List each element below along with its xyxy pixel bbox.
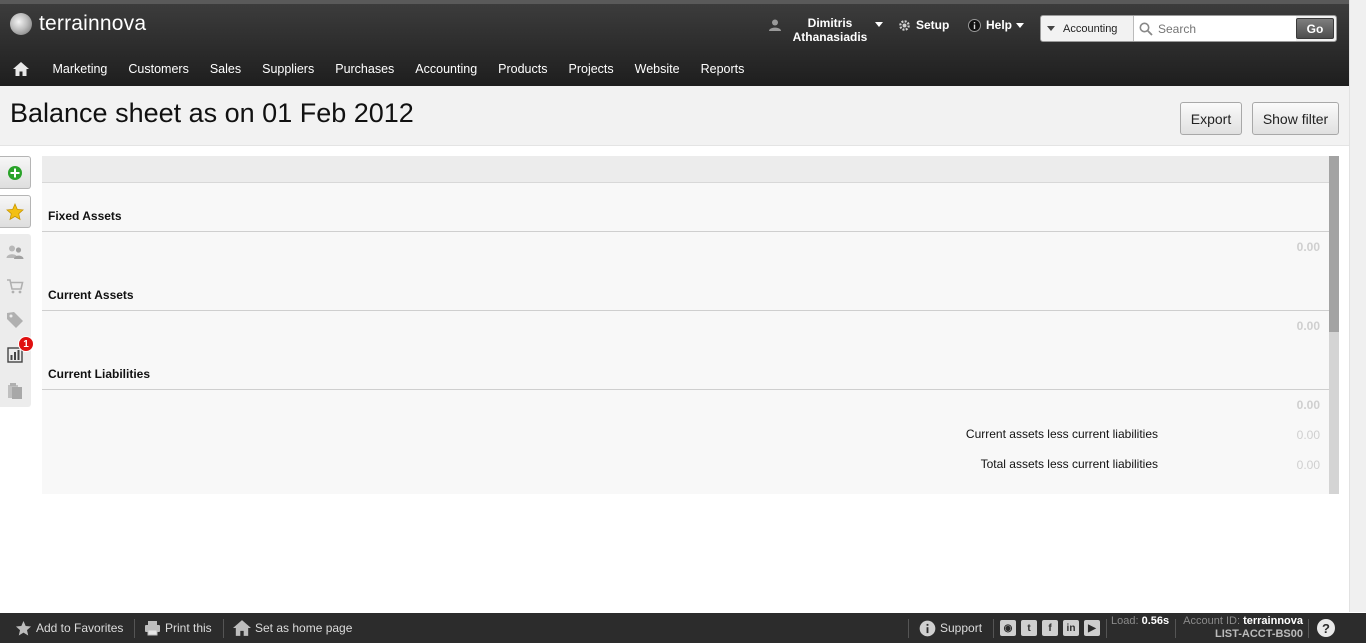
load-time: Load: 0.56s xyxy=(1111,615,1170,627)
footer-bar: Add to Favorites Print this Set as home … xyxy=(0,613,1366,643)
home-icon xyxy=(13,62,29,76)
quick-add-button[interactable] xyxy=(0,156,31,189)
current-liabilities-total: 0.00 xyxy=(1296,398,1320,412)
printer-icon xyxy=(145,621,160,636)
nav-item-accounting[interactable]: Accounting xyxy=(405,62,488,76)
home-nav-button[interactable] xyxy=(0,62,42,76)
star-icon xyxy=(15,620,32,635)
nav-item-purchases[interactable]: Purchases xyxy=(325,62,405,76)
help-menu[interactable]: Help xyxy=(968,18,1025,32)
user-menu[interactable]: Dimitris Athanasiadis xyxy=(768,16,883,44)
app-name: terrainnova xyxy=(39,12,147,35)
twitter-icon[interactable]: t xyxy=(1021,620,1037,636)
add-icon xyxy=(8,165,22,180)
account-info: Account ID: terrainnova LIST-ACCT-BS00 xyxy=(1180,615,1303,641)
setup-link[interactable]: Setup xyxy=(898,18,949,32)
clipboard-icon[interactable] xyxy=(6,382,24,400)
nav-item-sales[interactable]: Sales xyxy=(199,62,251,76)
chevron-down-icon xyxy=(875,22,883,27)
report-header-row xyxy=(42,156,1329,183)
title-bar: Balance sheet as on 01 Feb 2012 Export S… xyxy=(0,86,1349,146)
help-question-icon[interactable]: ? xyxy=(1317,619,1335,637)
footer-divider xyxy=(223,619,224,638)
search-module-select[interactable]: Accounting xyxy=(1041,16,1134,41)
top-header: terrainnova Dimitris Athanasiadis Setup … xyxy=(0,0,1349,86)
search-icon xyxy=(1139,22,1153,36)
footer-divider xyxy=(1106,619,1107,638)
set-home-page-link[interactable]: Set as home page xyxy=(233,613,352,643)
footer-divider xyxy=(908,619,909,638)
summary-label-net-current: Current assets less current liabilities xyxy=(965,427,1158,441)
home-icon xyxy=(233,620,251,636)
divider xyxy=(42,389,1329,390)
footer-divider xyxy=(134,619,135,638)
report-scrollbar-thumb[interactable] xyxy=(1329,156,1339,332)
user-icon xyxy=(769,19,781,31)
tag-icon[interactable] xyxy=(6,311,24,329)
current-assets-total: 0.00 xyxy=(1296,319,1320,333)
divider xyxy=(42,231,1329,232)
nav-item-marketing[interactable]: Marketing xyxy=(42,62,118,76)
user-name: Dimitris Athanasiadis xyxy=(792,16,868,44)
section-current-liabilities: Current Liabilities xyxy=(48,367,151,381)
search-box: Accounting Go xyxy=(1040,15,1337,42)
summary-value-net-current: 0.00 xyxy=(1296,428,1320,442)
app-logo[interactable]: terrainnova xyxy=(10,12,146,36)
export-button[interactable]: Export xyxy=(1180,102,1242,135)
nav-item-reports[interactable]: Reports xyxy=(690,62,755,76)
section-current-assets: Current Assets xyxy=(48,288,134,302)
contacts-icon[interactable] xyxy=(6,243,24,261)
facebook-icon[interactable]: f xyxy=(1042,620,1058,636)
print-link[interactable]: Print this xyxy=(144,613,212,643)
dropdown-caret-icon xyxy=(1047,26,1055,31)
footer-divider xyxy=(1175,619,1176,638)
logo-icon xyxy=(10,13,32,35)
notification-badge: 1 xyxy=(18,336,34,352)
info-icon xyxy=(919,620,936,636)
youtube-icon[interactable]: ▶ xyxy=(1084,620,1100,636)
add-to-favorites-link[interactable]: Add to Favorites xyxy=(15,613,123,643)
search-field xyxy=(1134,16,1296,41)
summary-label-total-net: Total assets less current liabilities xyxy=(980,457,1158,471)
linkedin-icon[interactable]: in xyxy=(1063,620,1079,636)
fixed-assets-total: 0.00 xyxy=(1296,240,1320,254)
info-icon xyxy=(968,18,981,32)
search-input[interactable] xyxy=(1158,21,1288,36)
nav-item-products[interactable]: Products xyxy=(488,62,558,76)
divider xyxy=(42,310,1329,311)
main-nav: Marketing Customers Sales Suppliers Purc… xyxy=(0,56,755,82)
report-scrollbar[interactable] xyxy=(1329,156,1339,494)
gear-icon xyxy=(899,19,910,31)
summary-value-total-net: 0.00 xyxy=(1296,458,1320,472)
support-link[interactable]: Support xyxy=(919,613,982,643)
search-go-button[interactable]: Go xyxy=(1296,18,1334,39)
show-filter-button[interactable]: Show filter xyxy=(1252,102,1339,135)
favorites-star-icon xyxy=(6,202,24,220)
nav-item-suppliers[interactable]: Suppliers xyxy=(252,62,325,76)
nav-item-customers[interactable]: Customers xyxy=(118,62,199,76)
favorites-button[interactable] xyxy=(0,195,31,228)
window-scrollbar[interactable] xyxy=(1349,0,1366,612)
footer-divider xyxy=(993,619,994,638)
page-code: LIST-ACCT-BS00 xyxy=(1214,628,1303,640)
section-fixed-assets: Fixed Assets xyxy=(48,209,122,223)
footer-divider xyxy=(1308,619,1309,638)
page-title: Balance sheet as on 01 Feb 2012 xyxy=(10,98,414,128)
nav-item-website[interactable]: Website xyxy=(624,62,690,76)
balance-sheet-report: Fixed Assets 0.00 Current Assets 0.00 Cu… xyxy=(42,156,1329,494)
chevron-down-icon xyxy=(1016,22,1025,28)
nav-item-projects[interactable]: Projects xyxy=(558,62,624,76)
rss-icon[interactable]: ◉ xyxy=(1000,620,1016,636)
cart-icon[interactable] xyxy=(6,277,24,295)
